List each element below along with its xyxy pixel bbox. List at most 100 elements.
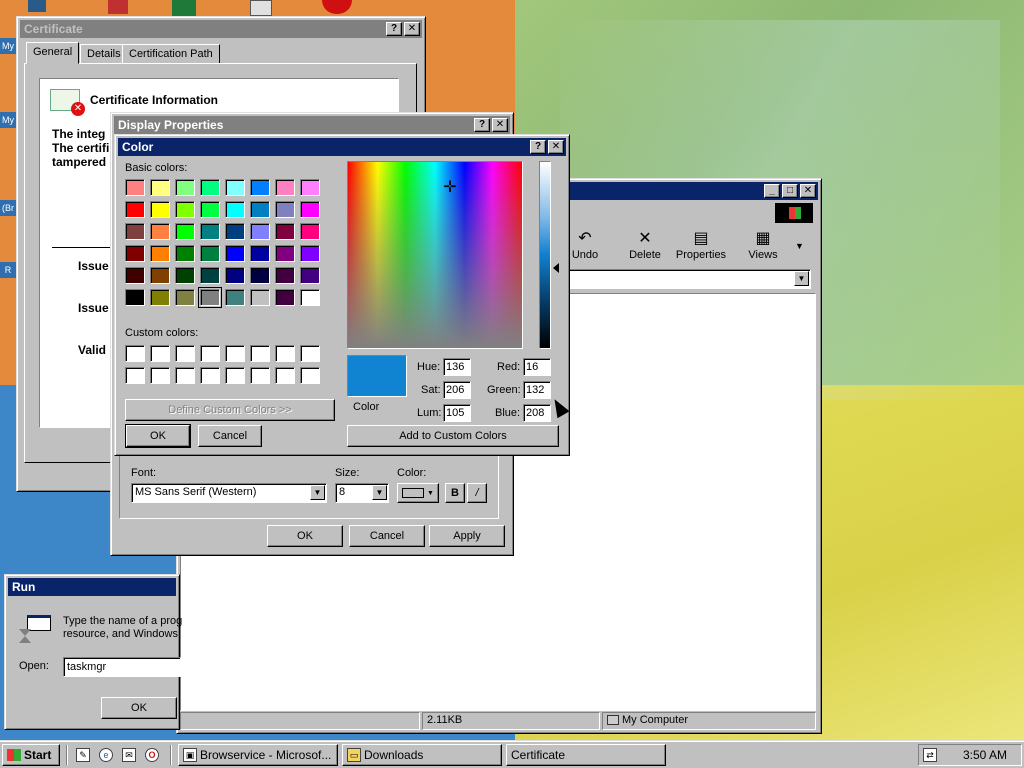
cancel-button[interactable]: Cancel [349, 525, 425, 547]
sat-input[interactable]: 206 [443, 381, 471, 399]
task-certificate[interactable]: Certificate [506, 744, 666, 766]
luminosity-arrow-icon[interactable] [553, 263, 559, 273]
chevron-down-icon[interactable]: ▼ [372, 485, 387, 500]
help-button[interactable]: ? [474, 118, 490, 132]
blue-input[interactable]: 208 [523, 404, 551, 422]
close-button[interactable]: ✕ [548, 140, 564, 154]
crosshair-icon[interactable]: ✛ [441, 179, 459, 197]
ok-button[interactable]: OK [101, 697, 177, 719]
color-picker-button[interactable]: ▼ [397, 483, 439, 503]
desktop-icon-label[interactable]: R [0, 262, 16, 278]
add-to-custom-colors-button[interactable]: Add to Custom Colors [347, 425, 559, 447]
basic-color-swatch[interactable] [125, 223, 145, 240]
close-button[interactable]: ✕ [404, 22, 420, 36]
basic-color-swatch[interactable] [200, 245, 220, 262]
custom-color-swatch[interactable] [200, 367, 220, 384]
desktop-icon-label[interactable]: My [0, 112, 16, 128]
basic-color-swatch[interactable] [125, 179, 145, 196]
basic-color-swatch[interactable] [250, 289, 270, 306]
green-input[interactable]: 132 [523, 381, 551, 399]
ok-button[interactable]: OK [267, 525, 343, 547]
basic-color-swatch[interactable] [150, 289, 170, 306]
basic-color-swatch[interactable] [175, 267, 195, 284]
cancel-button[interactable]: Cancel [198, 425, 262, 447]
custom-color-swatch[interactable] [125, 367, 145, 384]
tab-details[interactable]: Details [80, 44, 128, 64]
custom-color-swatch[interactable] [200, 345, 220, 362]
basic-color-swatch[interactable] [175, 223, 195, 240]
basic-color-swatch[interactable] [200, 201, 220, 218]
show-desktop-icon[interactable]: ✎ [76, 748, 90, 762]
tab-certification-path[interactable]: Certification Path [122, 44, 220, 64]
minimize-button[interactable]: _ [764, 184, 780, 198]
close-button[interactable]: ✕ [800, 184, 816, 198]
basic-color-swatch[interactable] [275, 289, 295, 306]
basic-color-swatch[interactable] [300, 201, 320, 218]
chevron-down-icon[interactable]: ▼ [310, 485, 325, 500]
basic-color-swatch[interactable] [225, 223, 245, 240]
red-input[interactable]: 16 [523, 358, 551, 376]
basic-color-swatch[interactable] [225, 267, 245, 284]
basic-color-swatch[interactable] [150, 201, 170, 218]
basic-color-swatch[interactable] [125, 289, 145, 306]
basic-color-swatch[interactable] [275, 179, 295, 196]
basic-color-swatch[interactable] [200, 223, 220, 240]
size-select[interactable]: 8 ▼ [335, 483, 389, 503]
basic-color-swatch[interactable] [150, 179, 170, 196]
basic-color-swatch[interactable] [175, 179, 195, 196]
basic-color-swatch[interactable] [300, 223, 320, 240]
basic-color-swatch[interactable] [200, 267, 220, 284]
display-properties-titlebar[interactable]: Display Properties ? ✕ [114, 116, 510, 134]
basic-color-swatch[interactable] [250, 223, 270, 240]
properties-button[interactable]: ▤ Properties [671, 229, 731, 261]
basic-color-swatch[interactable] [250, 201, 270, 218]
hue-input[interactable]: 136 [443, 358, 471, 376]
custom-color-swatch[interactable] [150, 345, 170, 362]
run-titlebar[interactable]: Run [8, 578, 176, 596]
basic-color-swatch[interactable] [225, 201, 245, 218]
custom-color-swatch[interactable] [125, 345, 145, 362]
basic-color-swatch[interactable] [150, 223, 170, 240]
task-browservice[interactable]: ▣ Browservice - Microsof... [178, 744, 338, 766]
custom-color-swatch[interactable] [300, 345, 320, 362]
basic-color-swatch[interactable] [150, 267, 170, 284]
font-select[interactable]: MS Sans Serif (Western) ▼ [131, 483, 327, 503]
basic-color-swatch[interactable] [200, 179, 220, 196]
maximize-button[interactable]: □ [782, 184, 798, 198]
basic-color-swatch[interactable] [150, 245, 170, 262]
basic-color-swatch[interactable] [300, 245, 320, 262]
basic-color-swatch[interactable] [250, 179, 270, 196]
lum-input[interactable]: 105 [443, 404, 471, 422]
basic-color-swatch[interactable] [250, 267, 270, 284]
basic-color-swatch[interactable] [175, 289, 195, 306]
desktop-icon[interactable] [28, 0, 46, 12]
luminosity-slider[interactable] [539, 161, 551, 349]
address-bar[interactable]: ▼ [567, 269, 811, 289]
basic-color-swatch[interactable] [225, 245, 245, 262]
basic-color-swatch[interactable] [175, 201, 195, 218]
basic-color-swatch[interactable] [198, 287, 222, 308]
custom-color-swatch[interactable] [275, 345, 295, 362]
custom-color-swatch[interactable] [250, 345, 270, 362]
excel-icon[interactable] [172, 0, 196, 16]
basic-color-swatch[interactable] [300, 267, 320, 284]
views-button[interactable]: ▦ Views [733, 229, 793, 261]
desktop-icon-label[interactable]: My [0, 38, 16, 54]
internet-explorer-icon[interactable]: e [99, 748, 113, 762]
desktop-icon-label[interactable]: (Br [0, 200, 16, 216]
basic-color-swatch[interactable] [300, 179, 320, 196]
custom-color-swatch[interactable] [225, 367, 245, 384]
ok-button[interactable]: OK [125, 424, 191, 448]
open-input[interactable]: taskmgr [63, 657, 181, 677]
basic-color-swatch[interactable] [250, 245, 270, 262]
desktop-icon[interactable] [108, 0, 128, 14]
basic-color-swatch[interactable] [225, 179, 245, 196]
color-dialog-titlebar[interactable]: Color ? ✕ [118, 138, 566, 156]
outlook-icon[interactable]: ✉ [122, 748, 136, 762]
help-button[interactable]: ? [530, 140, 546, 154]
basic-color-swatch[interactable] [275, 267, 295, 284]
help-button[interactable]: ? [386, 22, 402, 36]
custom-color-swatch[interactable] [300, 367, 320, 384]
tray-network-icon[interactable]: ⇄ [923, 748, 937, 762]
custom-color-swatch[interactable] [150, 367, 170, 384]
